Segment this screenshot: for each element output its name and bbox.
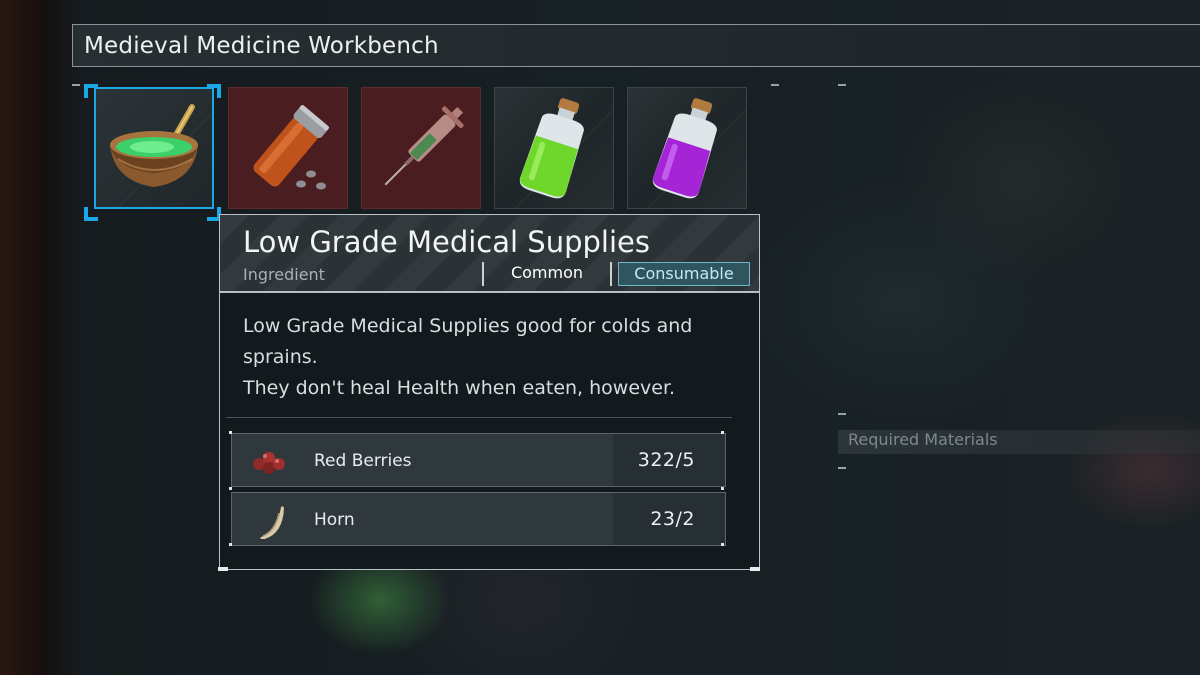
material-row: Red Berries 322/5 [231,433,726,487]
green-potion-icon [519,98,584,199]
selection-corner-bl [84,207,98,221]
pill-bottle-icon [253,105,329,190]
item-description: Low Grade Medical Supplies good for cold… [243,311,743,404]
frame-dot [721,487,724,490]
material-row: Horn 23/2 [231,492,726,546]
frame-tick [771,84,779,86]
recipe-slot-medical-supplies[interactable] [94,87,214,209]
frame-dot [229,543,232,546]
frame-tick [838,413,846,415]
recipe-slot-green-potion[interactable] [494,87,614,209]
workbench-title: Medieval Medicine Workbench [84,33,439,59]
material-name: Red Berries [314,451,412,471]
description-line: Low Grade Medical Supplies good for cold… [243,315,693,337]
background-wood-edge [0,0,48,675]
rarity-tag: Common [482,262,612,286]
frame-dot [721,543,724,546]
horn-icon [260,506,284,539]
frame-dot [229,487,232,490]
frame-tick [72,84,80,86]
required-materials-panel: Required Materials [838,430,1200,454]
frame-tick [838,467,846,469]
tooltip-corner-mark [750,567,760,571]
material-quantity: 23/2 [650,508,695,530]
tooltip-divider [226,417,732,418]
description-line: sprains. [243,346,318,368]
required-materials-label: Required Materials [848,430,998,449]
red-berries-icon [253,452,285,474]
mortar-bowl-icon [110,104,198,187]
frame-dot [721,431,724,434]
frame-dot [229,431,232,434]
syringe-icon [384,106,464,186]
recipe-slot-syringe[interactable] [361,87,481,209]
item-type: Ingredient [243,265,325,284]
recipe-slot-pill-bottle[interactable] [228,87,348,209]
frame-tick [838,84,846,86]
selection-corner-tl [84,84,98,98]
tooltip-corner-mark [218,567,228,571]
tooltip-header: Low Grade Medical Supplies Ingredient Co… [220,215,759,293]
material-name: Horn [314,510,355,530]
item-name: Low Grade Medical Supplies [243,225,650,259]
category-tag: Consumable [618,262,750,286]
selection-corner-tr [207,84,221,98]
purple-potion-icon [652,98,717,199]
recipe-slot-purple-potion[interactable] [627,87,747,209]
item-tooltip: Low Grade Medical Supplies Ingredient Co… [219,214,760,570]
material-quantity: 322/5 [637,449,695,471]
workbench-title-bar: Medieval Medicine Workbench [72,24,1200,67]
description-line: They don't heal Health when eaten, howev… [243,377,676,399]
